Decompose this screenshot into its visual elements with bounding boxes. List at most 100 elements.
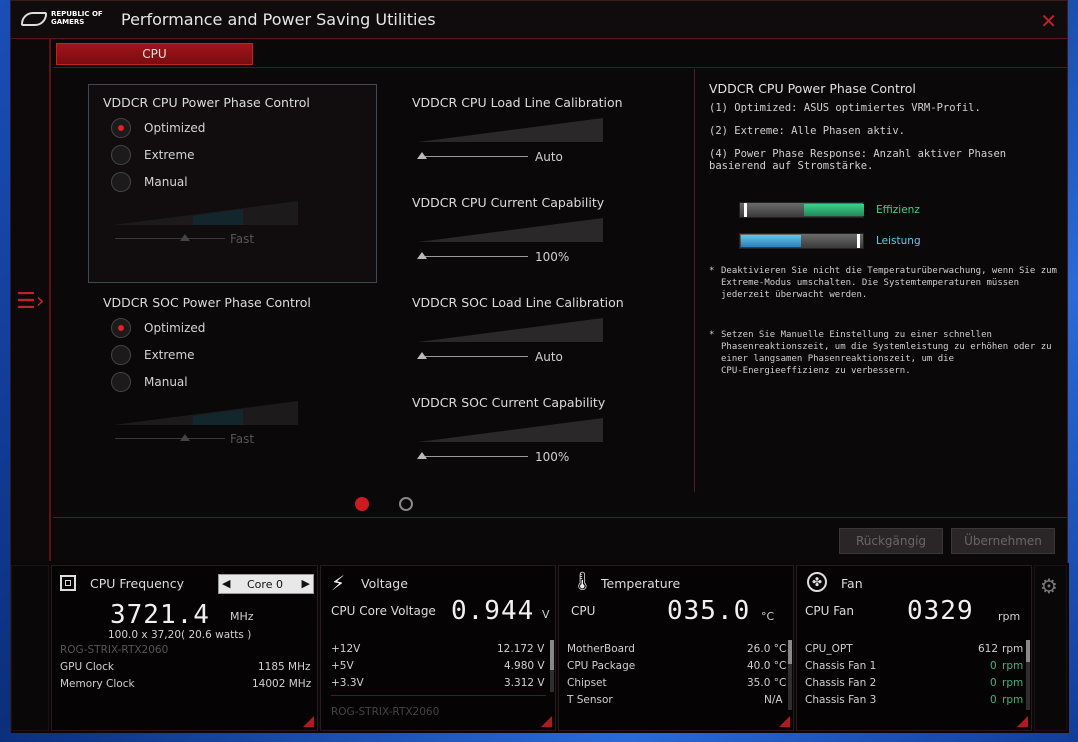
soc-phase-slider-thumb[interactable]	[180, 434, 190, 441]
cpu-current-slider-track[interactable]	[420, 256, 528, 257]
voltage-panel-expand-icon[interactable]	[541, 716, 552, 727]
cpu-phase-slider-track[interactable]	[115, 238, 225, 239]
main-content: CPU VDDCR CPU Power Phase Control Optimi…	[53, 39, 1067, 561]
voltage-row-label: +3.3V	[331, 677, 364, 689]
settings-gear-icon[interactable]: ⚙	[1040, 574, 1058, 598]
close-icon[interactable]: ✕	[1040, 9, 1057, 33]
cpu-current-slider-thumb[interactable]	[417, 252, 427, 259]
lightning-icon: ⚡	[331, 571, 346, 595]
fan-row-unit: rpm	[1002, 694, 1024, 706]
efficiency-marker	[744, 203, 747, 217]
cpu-llc-slider-thumb[interactable]	[417, 152, 427, 159]
soc-llc-title: VDDCR SOC Load Line Calibration	[412, 295, 624, 310]
performance-marker	[857, 234, 860, 248]
soc-phase-slider-track[interactable]	[115, 438, 225, 439]
voltage-footer: ROG-STRIX-RTX2060	[331, 706, 440, 718]
note-1-line-3: jederzeit überwacht werden.	[721, 290, 868, 300]
soc-phase-radio-optimized[interactable]	[111, 318, 131, 338]
soc-phase-label-extreme: Extreme	[144, 348, 195, 362]
fan-scrollbar[interactable]	[1026, 640, 1030, 710]
info-panel: VDDCR CPU Power Phase Control (1) Optimi…	[709, 81, 1049, 172]
info-line-2: (2) Extreme: Alle Phasen aktiv.	[709, 125, 905, 137]
page-dot-1[interactable]	[355, 497, 369, 511]
temp-row-label: T Sensor	[567, 694, 613, 706]
soc-llc-slider-thumb[interactable]	[417, 352, 427, 359]
cpu-phase-title: VDDCR CPU Power Phase Control	[103, 95, 310, 110]
soc-current-slider-track[interactable]	[420, 456, 528, 457]
core-prev-icon[interactable]: ◀	[222, 577, 230, 590]
voltage-divider	[331, 695, 546, 696]
thermometer-icon: 🌡	[571, 571, 594, 592]
soc-phase-staircase	[113, 401, 298, 425]
menu-expand-icon[interactable]: ☰›	[16, 289, 45, 314]
gpu-clock-label: GPU Clock	[60, 661, 115, 673]
cpu-current-title: VDDCR CPU Current Capability	[412, 195, 605, 210]
temp-row-value: 35.0 °C	[747, 677, 787, 689]
fan-panel-expand-icon[interactable]	[1017, 716, 1028, 727]
settings-panel: ⚙	[1034, 565, 1067, 731]
fan-icon: ✤	[807, 572, 827, 592]
cpu-frequency-unit: MHz	[230, 610, 254, 623]
cpu-fan-unit: rpm	[998, 610, 1021, 623]
soc-phase-title: VDDCR SOC Power Phase Control	[103, 295, 311, 310]
monitor-bar: CPU Frequency ◀ Core 0 ▶ 3721.4 MHz 100.…	[11, 563, 1069, 733]
cpu-phase-slider-thumb[interactable]	[180, 234, 190, 241]
soc-phase-radio-extreme[interactable]	[111, 345, 131, 365]
voltage-title: Voltage	[361, 576, 408, 591]
cpu-temp-value: 035.0	[667, 596, 751, 626]
soc-current-slider-thumb[interactable]	[417, 452, 427, 459]
voltage-row-label: +12V	[331, 643, 361, 655]
soc-phase-label-optimized: Optimized	[144, 321, 206, 335]
logo-text-1: REPUBLIC OF	[51, 10, 103, 18]
temp-row-value: 26.0 °C	[747, 643, 787, 655]
soc-current-value: 100%	[535, 450, 570, 464]
temperature-panel-expand-icon[interactable]	[779, 716, 790, 727]
core-selector[interactable]: ◀ Core 0 ▶	[218, 574, 314, 594]
cpu-panel-expand-icon[interactable]	[303, 716, 314, 727]
voltage-row-value: 12.172 V	[497, 643, 545, 655]
soc-llc-slider-track[interactable]	[420, 356, 528, 357]
cpu-phase-radio-extreme[interactable]	[111, 145, 131, 165]
temp-row-label: Chipset	[567, 677, 607, 689]
fan-panel: ✤ Fan CPU Fan 0329 rpm CPU_OPT 612 rpm C…	[796, 565, 1032, 731]
cpu-llc-slider-track[interactable]	[420, 156, 528, 157]
cpu-chip-icon	[60, 575, 76, 591]
core-next-icon[interactable]: ▶	[302, 577, 310, 590]
fan-row-unit: rpm	[1002, 660, 1024, 672]
cpu-phase-groupbox	[88, 84, 377, 283]
info-note-2: * Setzen Sie Manuelle Einstellung zu ein…	[709, 329, 1052, 377]
note-2-line-2: Phasenreaktionszeit, um die Systemleistu…	[721, 342, 1052, 352]
undo-button[interactable]: Rückgängig	[839, 528, 943, 554]
cpu-phase-radio-manual[interactable]	[111, 172, 131, 192]
temperature-scrollbar[interactable]	[788, 640, 792, 710]
soc-phase-label-manual: Manual	[144, 375, 188, 389]
note-1-line-2: Extreme-Modus umschalten. Die Systemtemp…	[721, 278, 1020, 288]
window-title: Performance and Power Saving Utilities	[121, 10, 436, 29]
info-line-1: (1) Optimized: ASUS optimiertes VRM-Prof…	[709, 102, 981, 114]
cpu-phase-label-extreme: Extreme	[144, 148, 195, 162]
temp-row-value: N/A	[764, 694, 783, 706]
cpu-frequency-value: 3721.4	[110, 600, 210, 630]
cpu-core-voltage-value: 0.944	[451, 596, 535, 626]
cpu-fan-label: CPU Fan	[805, 604, 854, 618]
apply-button[interactable]: Übernehmen	[951, 528, 1055, 554]
info-line-3a: (4) Power Phase Response: Anzahl aktiver…	[709, 148, 1007, 160]
title-bar: REPUBLIC OF GAMERS Performance and Power…	[11, 1, 1067, 39]
fan-row-value: 0	[990, 677, 997, 689]
fan-row-label: Chassis Fan 3	[805, 694, 877, 706]
cpu-phase-radio-optimized[interactable]	[111, 118, 131, 138]
cpu-phase-label-optimized: Optimized	[144, 121, 206, 135]
voltage-panel: ⚡ Voltage CPU Core Voltage 0.944 V +12V …	[320, 565, 556, 731]
fan-row-label: Chassis Fan 2	[805, 677, 877, 689]
cpu-frequency-panel: CPU Frequency ◀ Core 0 ▶ 3721.4 MHz 100.…	[51, 565, 318, 731]
soc-phase-radio-manual[interactable]	[111, 372, 131, 392]
page-dot-2[interactable]	[399, 497, 413, 511]
cpu-llc-staircase	[418, 118, 603, 142]
temperature-panel: 🌡 Temperature CPU 035.0 °C MotherBoard 2…	[558, 565, 794, 731]
note-2-line-1: Setzen Sie Manuelle Einstellung zu einer…	[721, 330, 992, 340]
cpu-temp-unit: °C	[761, 610, 775, 623]
voltage-scrollbar[interactable]	[550, 640, 554, 692]
tab-cpu[interactable]: CPU	[56, 43, 253, 65]
gpu-clock-value: 1185 MHz	[258, 661, 311, 673]
cpu-llc-value: Auto	[535, 150, 563, 164]
